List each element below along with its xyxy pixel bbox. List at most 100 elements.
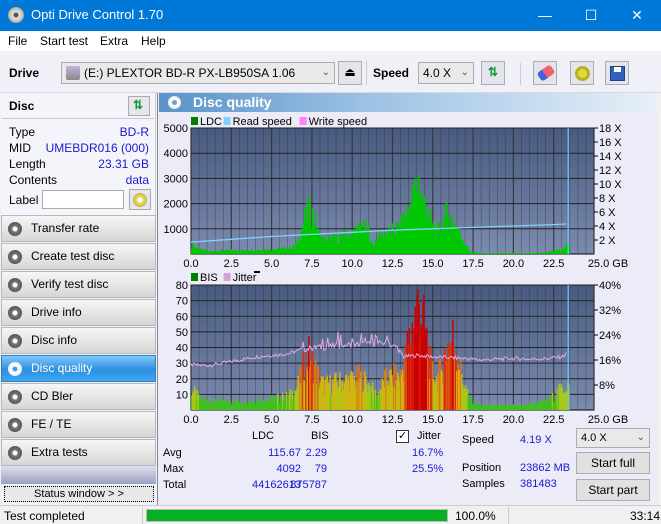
disc-mid-value: UMEBDR016 (000) (45, 141, 149, 155)
stats-col-ldc: LDC (252, 430, 275, 442)
legend-label: BIS (200, 272, 218, 284)
disc-length-value: 23.31 GB (98, 157, 149, 171)
y2-tick-label: 16% (599, 355, 621, 367)
samples-value: 381483 (520, 478, 557, 490)
menu-file[interactable]: File (8, 34, 27, 48)
x-tick-label: 7.5 (304, 414, 319, 426)
speed-select[interactable]: 4.0 X ⌄ (418, 62, 474, 84)
eject-button[interactable]: ⏏ (338, 61, 362, 85)
x-tick-label: 7.5 (304, 258, 319, 270)
nav-item-disc-quality[interactable]: Disc quality (1, 355, 156, 382)
disc-info-panel: Disc ⇅ Type BD-R MID UMEBDR016 (000) Len… (1, 93, 156, 215)
save-button[interactable] (605, 61, 629, 85)
speed-value: 4.19 X (520, 434, 552, 446)
x-tick-label: 2.5 (224, 258, 239, 270)
status-text: Test completed (4, 509, 85, 523)
position-value: 23862 MB (520, 462, 571, 474)
chevron-down-icon: ⌄ (460, 67, 469, 78)
stats-total-label: Total (163, 479, 187, 491)
start-part-button[interactable]: Start part (576, 479, 650, 501)
jitter-checkbox[interactable]: ✓ (396, 430, 409, 443)
position-label: Position (462, 462, 502, 474)
eraser-icon (536, 64, 556, 82)
legend-swatch (191, 117, 198, 125)
disc-quality-panel: Disc quality 1000 2000 3000 4000 5000 2 X4 X6… (157, 93, 659, 505)
x-tick-label: 25.0 GB (588, 258, 628, 270)
y2-tick-label: 12 X (599, 165, 622, 177)
disc-icon (8, 250, 22, 264)
nav-item-create-test-disc[interactable]: Create test disc (1, 243, 156, 270)
legend-swatch (223, 117, 231, 125)
test-speed-value: 4.0 X (581, 432, 607, 444)
y2-tick-label: 40% (599, 280, 621, 292)
nav-item-drive-info[interactable]: Drive info (1, 299, 156, 326)
disc-refresh-button[interactable]: ⇅ (128, 96, 150, 116)
x-tick-label: 2.5 (224, 414, 239, 426)
nav-item-transfer-rate[interactable]: Transfer rate (1, 215, 156, 242)
y2-tick-label: 8% (599, 380, 615, 392)
y-tick-label: 30 (176, 358, 188, 370)
checkmark-icon: ✓ (397, 430, 408, 442)
close-button[interactable]: ✕ (614, 0, 660, 31)
x-tick-label: 20.0 (503, 258, 524, 270)
drive-select[interactable]: (E:) PLEXTOR BD-R PX-LB950SA 1.06 ⌄ (61, 62, 335, 84)
menu-help[interactable]: Help (141, 34, 166, 48)
x-tick-label: 15.0 (422, 258, 443, 270)
toolbar-divider (366, 61, 367, 85)
maximize-button[interactable]: ☐ (568, 0, 614, 31)
y-tick-label: 80 (176, 280, 188, 292)
nav-item-fe-te[interactable]: FE / TE (1, 411, 156, 438)
refresh-button[interactable]: ⇅ (481, 61, 505, 85)
erase-button[interactable] (533, 61, 557, 85)
disc-label-button[interactable] (129, 189, 151, 210)
disc-type-key: Type (9, 125, 36, 139)
nav-item-label: Extra tests (31, 445, 88, 459)
disc-label-input[interactable] (42, 190, 124, 209)
y2-tick-label: 6 X (599, 207, 616, 219)
stats-max-jitter: 25.5% (412, 463, 444, 475)
nav-item-label: Transfer rate (31, 221, 100, 235)
y-tick-label: 5000 (164, 123, 188, 135)
stats-avg-ldc: 115.67 (268, 447, 301, 459)
toolbar-divider (520, 63, 521, 85)
stats-avg-jitter: 16.7% (412, 447, 444, 459)
stats-avg-label: Avg (163, 447, 182, 459)
menu-extra[interactable]: Extra (100, 34, 128, 48)
nav-item-disc-info[interactable]: Disc info (1, 327, 156, 354)
nav-item-extra-tests[interactable]: Extra tests (1, 439, 156, 466)
nav-item-cd-bler[interactable]: CD Bler (1, 383, 156, 410)
x-tick-label: 5.0 (264, 414, 279, 426)
x-tick-label: 25.0 GB (588, 414, 628, 426)
eject-icon: ⏏ (344, 65, 356, 79)
start-full-button[interactable]: Start full (576, 452, 650, 474)
disc-icon (133, 193, 147, 207)
test-speed-select[interactable]: 4.0 X ⌄ (576, 428, 650, 448)
refresh-icon: ⇅ (487, 65, 499, 79)
legend-label: Write speed (309, 116, 368, 128)
stats-max-ldc: 4092 (276, 463, 301, 475)
nav-item-label: Create test disc (31, 249, 115, 263)
y2-tick-label: 16 X (599, 137, 622, 149)
legend-label: LDC (200, 116, 222, 128)
minimize-button[interactable]: — (522, 0, 568, 31)
stats-total-bis: 875787 (290, 479, 327, 491)
x-tick-label: 22.5 (543, 414, 564, 426)
progress-fill (147, 510, 447, 521)
drive-select-value: (E:) PLEXTOR BD-R PX-LB950SA 1.06 (84, 66, 296, 80)
x-tick-label: 5.0 (264, 258, 279, 270)
title-bar: Opti Drive Control 1.70 — ☐ ✕ (0, 0, 661, 31)
status-window-button[interactable]: Status window > > (4, 486, 154, 502)
refresh-icon: ⇅ (133, 98, 144, 112)
nav-item-label: CD Bler (31, 389, 74, 403)
x-tick-label: 17.5 (462, 414, 483, 426)
nav-item-verify-test-disc[interactable]: Verify test disc (1, 271, 156, 298)
x-tick-label: 10.0 (341, 414, 362, 426)
x-tick-label: 17.5 (462, 258, 483, 270)
disc-label-key: Label (9, 193, 39, 207)
settings-button[interactable] (570, 61, 594, 85)
legend-swatch (191, 273, 198, 281)
divider (2, 118, 154, 119)
menu-start-test[interactable]: Start test (40, 34, 88, 48)
speed-label: Speed (373, 66, 410, 80)
stats-max-label: Max (163, 463, 184, 475)
